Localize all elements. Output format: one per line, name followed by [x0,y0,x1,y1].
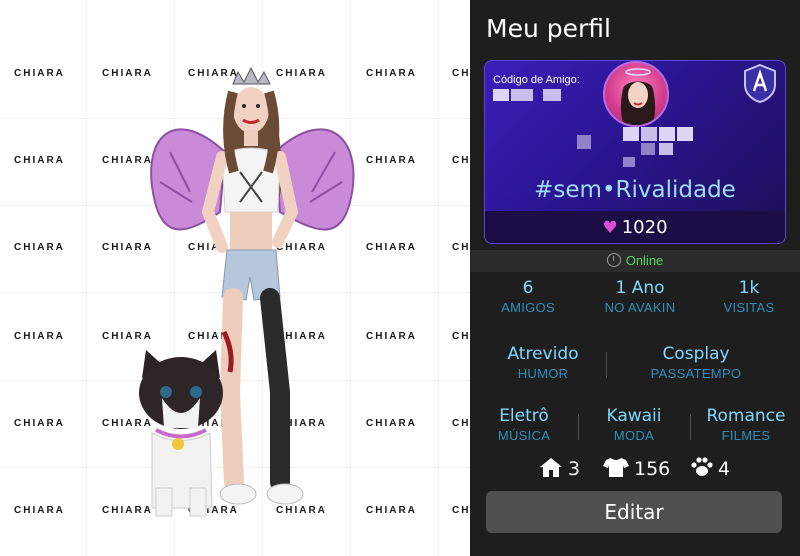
stat-fashion: Kawaii MODA [588,406,680,443]
profile-avatar[interactable] [603,61,669,127]
watermark-text: CHIARA [452,331,470,342]
outfits-count[interactable]: 156 [602,456,670,480]
stat-value: 1k [738,278,760,298]
stat-friends[interactable]: 6 AMIGOS [480,278,576,315]
status-text: Online [625,253,664,268]
profile-tagline: #sem•Rivalidade [534,177,736,203]
clock-icon [606,253,621,267]
watermark-text: CHIARA [366,242,417,253]
homes-count[interactable]: 3 [538,456,580,480]
watermark-text: CHIARA [366,505,417,516]
watermark-text: CHIARA [452,155,470,166]
stat-movies: Romance FILMES [696,406,796,443]
divider [606,352,607,378]
stat-label: HUMOR [517,366,569,381]
stat-label: MÚSICA [497,428,551,443]
paw-icon [691,457,713,476]
shield-badge-icon[interactable] [741,63,779,103]
watermark-text: CHIARA [452,418,470,429]
stat-label: NO AVAKIN [604,300,676,315]
grid-line [438,0,439,556]
watermark-text: CHIARA [14,242,65,253]
divider [690,414,691,440]
divider [578,414,579,440]
stat-value: 6 [522,278,534,298]
profile-card: Código de Amigo: #sem•Rivalidade ♥ 1020 [484,60,786,244]
stat-visits: 1k VISITAS [704,278,794,315]
page-title: Meu perfil [486,14,611,43]
heart-icon: ♥ [602,218,618,238]
home-icon [540,458,562,477]
stat-value: Kawaii [606,406,662,426]
stat-value: 1 Ano [615,278,665,298]
watermark-text: CHIARA [452,505,470,516]
homes-value: 3 [568,458,581,480]
stat-hobby: Cosplay PASSATEMPO [630,344,762,381]
watermark-text: CHIARA [366,155,417,166]
watermark-text: CHIARA [452,242,470,253]
stat-value: Eletrô [499,406,549,426]
profile-panel: Meu perfil Código de Amigo: #sem•Rivalid… [470,0,800,556]
outfits-value: 156 [634,458,671,480]
likes-value: 1020 [621,217,668,238]
watermark-text: CHIARA [14,155,65,166]
watermark-text: CHIARA [366,331,417,342]
grid-line [86,0,87,556]
stat-value: Atrevido [507,344,579,364]
stat-label: AMIGOS [501,300,555,315]
stat-value: Romance [706,406,786,426]
pets-value: 4 [718,458,731,480]
likes-counter: ♥ 1020 [485,217,785,238]
stat-music: Eletrô MÚSICA [480,406,568,443]
watermark-text: CHIARA [366,418,417,429]
pet-cat [139,350,223,517]
stat-membership: 1 Ano NO AVAKIN [580,278,700,315]
stat-label: VISITAS [723,300,775,315]
stat-label: FILMES [721,428,771,443]
watermark-text: CHIARA [14,418,65,429]
watermark-text: CHIARA [452,68,470,79]
pets-count[interactable]: 4 [690,456,730,480]
shirt-icon [603,458,629,477]
watermark-text: CHIARA [366,68,417,79]
avatar-preview-stage: CHIARA CHIARA CHIARA CHIARA CHIARA CHIARA CHIA… [0,0,470,556]
friend-code-label: Código de Amigo: [493,74,580,86]
stat-label: MODA [613,428,655,443]
stat-label: PASSATEMPO [650,366,742,381]
stat-mood: Atrevido HUMOR [480,344,606,381]
stat-value: Cosplay [662,344,730,364]
watermark-text: CHIARA [14,68,65,79]
watermark-text: CHIARA [14,331,65,342]
watermark-text: CHIARA [14,505,65,516]
edit-button[interactable]: Editar [486,491,782,533]
status-bar: Online [470,250,800,272]
profile-avatar-image [620,68,656,125]
